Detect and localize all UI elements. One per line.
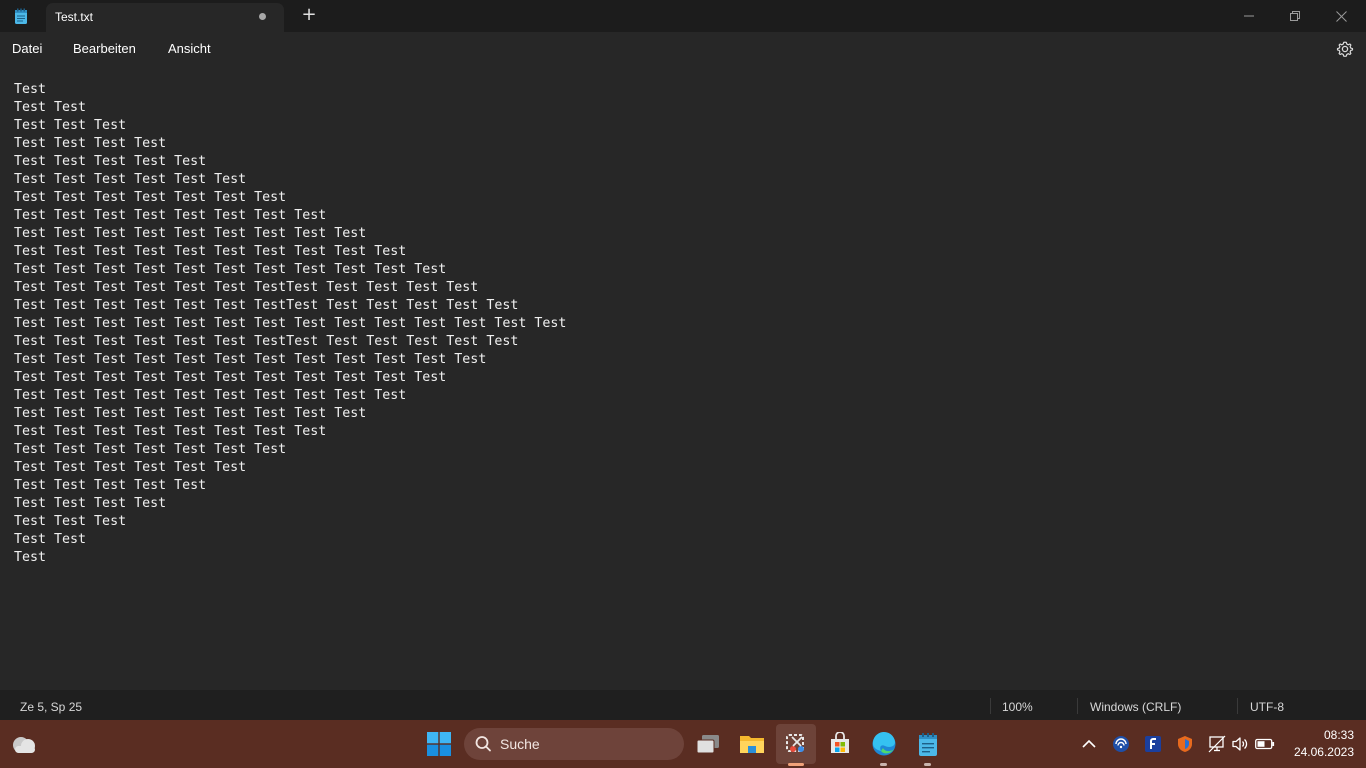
volume-status[interactable] [1230,734,1250,754]
text-line[interactable]: Test Test Test Test [14,495,566,513]
text-line[interactable]: Test Test Test Test Test Test Test Test … [14,405,566,423]
windows-start-icon [427,732,451,756]
taskbar: Suche 08:33 24.06.2023 [0,720,1366,768]
tray-app-3[interactable] [1175,734,1195,754]
clock-date: 24.06.2023 [1293,745,1354,759]
file-explorer-button[interactable] [736,728,768,760]
running-app-indicator [924,763,931,766]
text-line[interactable]: Test Test Test Test Test Test TestTest T… [14,297,566,315]
encoding[interactable]: UTF-8 [1250,700,1284,714]
restore-icon [1290,11,1300,21]
text-line[interactable]: Test Test Test Test Test [14,477,566,495]
text-line[interactable]: Test Test Test Test Test Test TestTest T… [14,279,566,297]
show-hidden-icons-button[interactable] [1079,734,1099,754]
minimize-button[interactable] [1226,0,1272,32]
text-line[interactable]: Test Test Test Test Test Test Test Test … [14,387,566,405]
text-line[interactable]: Test Test Test Test Test Test [14,171,566,189]
line-ending[interactable]: Windows (CRLF) [1090,700,1181,714]
text-line[interactable]: Test Test Test Test Test Test Test Test … [14,225,566,243]
active-app-indicator [788,763,804,766]
menu-bar: Datei Bearbeiten Ansicht [0,32,1366,66]
text-editor[interactable]: Test Test Test Test Test Test Test Test Tes… [0,66,1366,690]
new-tab-button[interactable]: + [299,5,319,25]
zoom-level[interactable]: 100% [1002,700,1033,714]
status-separator [990,698,991,714]
text-line[interactable]: Test Test Test Test Test Test Test Test … [14,369,566,387]
text-line[interactable]: Test Test Test Test Test Test Test Test [14,423,566,441]
vpn-shield-icon [1178,736,1192,752]
text-line[interactable]: Test Test Test Test Test Test Test Test … [14,315,566,333]
settings-gear-icon[interactable] [1334,38,1356,60]
status-separator [1077,698,1078,714]
title-bar: Test.txt + [0,0,1366,32]
start-button[interactable] [423,728,455,760]
menu-edit[interactable]: Bearbeiten [73,41,136,56]
text-line[interactable]: Test Test Test Test Test Test Test Test … [14,243,566,261]
tray-app-1[interactable] [1111,734,1131,754]
notepad-icon [919,733,937,756]
close-icon [1335,10,1347,22]
clock-time: 08:33 [1323,728,1354,742]
restore-button[interactable] [1272,0,1318,32]
text-line[interactable]: Test [14,549,566,567]
text-line[interactable]: Test Test Test Test Test [14,153,566,171]
snipping-tool-icon [786,734,804,752]
text-line[interactable]: Test Test [14,531,566,549]
text-line[interactable]: Test Test Test Test Test Test Test Test … [14,261,566,279]
battery-icon [1255,738,1275,750]
notepad-app-icon [15,8,27,24]
volume-icon [1232,737,1248,751]
edge-icon [872,731,896,756]
search-icon [475,736,491,752]
tab-title: Test.txt [55,10,94,24]
wifi-app-icon [1113,736,1129,752]
network-status[interactable] [1207,734,1227,754]
text-line[interactable]: Test Test Test [14,117,566,135]
text-line[interactable]: Test Test Test [14,513,566,531]
taskbar-search[interactable]: Suche [464,728,684,760]
text-line[interactable]: Test Test Test Test Test Test Test Test [14,207,566,225]
close-button[interactable] [1318,0,1364,32]
snipping-tool-button[interactable] [776,724,816,764]
text-line[interactable]: Test Test Test Test [14,135,566,153]
file-explorer-icon [740,736,764,753]
task-view-button[interactable] [692,728,724,760]
tab-test-txt[interactable]: Test.txt [46,3,284,32]
menu-file[interactable]: Datei [12,41,42,56]
tray-app-2[interactable] [1143,734,1163,754]
f-app-icon [1145,736,1161,752]
text-line[interactable]: Test [14,81,566,99]
edge-browser-button[interactable] [868,728,900,760]
unsaved-dot-icon[interactable] [259,13,266,20]
editor-text[interactable]: Test Test Test Test Test Test Test Test Tes… [14,81,566,567]
text-line[interactable]: Test Test Test Test Test Test Test [14,189,566,207]
minimize-icon [1244,15,1254,17]
task-view-icon [696,735,719,754]
status-bar: Ze 5, Sp 25 100% Windows (CRLF) UTF-8 [0,690,1366,720]
status-separator [1237,698,1238,714]
network-icon [1208,735,1226,753]
notepad-taskbar-button[interactable] [912,728,944,760]
battery-status[interactable] [1255,734,1275,754]
store-icon [831,732,849,753]
text-line[interactable]: Test Test [14,99,566,117]
chevron-up-icon [1082,739,1096,748]
weather-icon [13,737,35,753]
search-placeholder: Suche [500,736,540,752]
text-line[interactable]: Test Test Test Test Test Test TestTest T… [14,333,566,351]
text-line[interactable]: Test Test Test Test Test Test [14,459,566,477]
microsoft-store-button[interactable] [824,728,856,760]
text-line[interactable]: Test Test Test Test Test Test Test [14,441,566,459]
running-app-indicator [880,763,887,766]
system-clock[interactable]: 08:33 24.06.2023 [1284,727,1354,761]
menu-view[interactable]: Ansicht [168,41,211,56]
text-line[interactable]: Test Test Test Test Test Test Test Test … [14,351,566,369]
weather-widget[interactable] [8,728,40,760]
cursor-position: Ze 5, Sp 25 [20,700,83,714]
